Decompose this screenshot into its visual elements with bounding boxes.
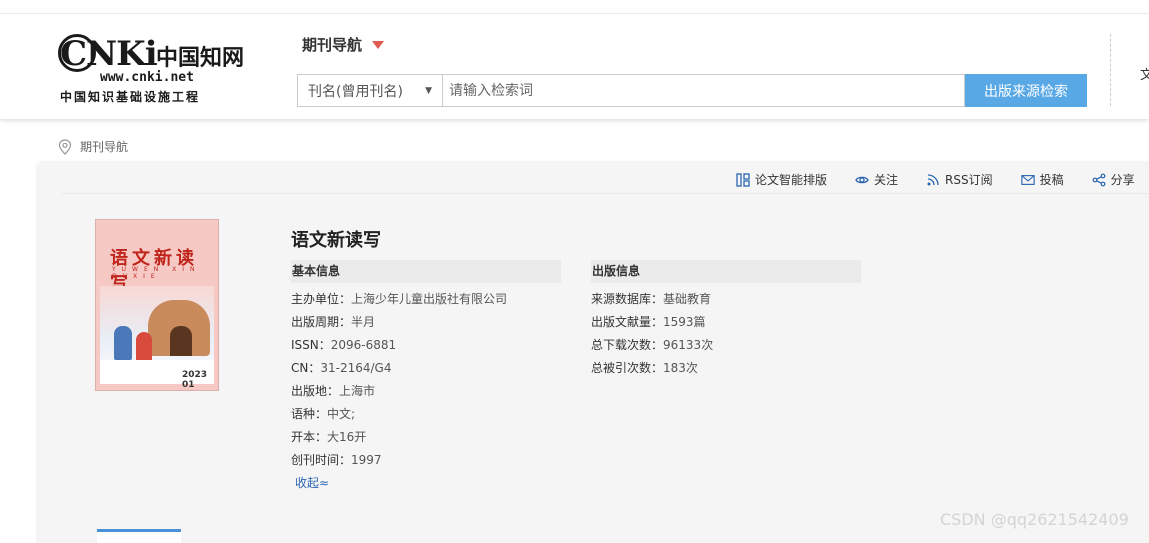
info-value: 大16开 [327, 430, 367, 444]
info-value: 1997 [351, 453, 382, 467]
info-value: 183次 [663, 361, 698, 375]
info-value: 2096-6881 [330, 338, 397, 352]
share-icon [1092, 173, 1106, 186]
info-value: 半月 [351, 315, 376, 329]
info-row: 创刊时间：1997 [291, 449, 507, 472]
info-value: 1593篇 [663, 315, 706, 329]
info-label: 总被引次数： [591, 361, 664, 375]
follow-label: 关注 [874, 173, 899, 187]
info-value: 中文; [327, 407, 356, 421]
info-label: 出版文献量： [591, 315, 664, 329]
info-row: 开本：大16开 [291, 426, 507, 449]
info-row: 出版地：上海市 [291, 380, 507, 403]
info-value: 基础教育 [663, 292, 712, 306]
info-row: 总下载次数：96133次 [591, 334, 713, 357]
search-field-select[interactable]: 刊名(曾用刊名) ▼ [297, 74, 443, 107]
info-label: 语种： [291, 407, 328, 421]
cover-child [114, 326, 132, 360]
info-label: 来源数据库： [591, 292, 664, 306]
rss-button[interactable]: RSS订阅 [926, 171, 993, 188]
header-edge-text[interactable]: 文 [1140, 64, 1149, 83]
info-label: 主办单位： [291, 292, 352, 306]
search-button[interactable]: 出版来源检索 [965, 74, 1087, 107]
share-label: 分享 [1110, 173, 1135, 187]
journal-cover-image[interactable]: 语文新读写 YUWEN XIN DUXIE 2023 01 [95, 219, 219, 391]
info-row: CN：31-2164/G4 [291, 357, 507, 380]
info-row: 总被引次数：183次 [591, 357, 713, 380]
submit-paper-button[interactable]: 投稿 [1020, 171, 1064, 188]
info-value: 上海市 [339, 384, 376, 398]
journal-nav-label: 期刊导航 [302, 36, 363, 54]
watermark: CSDN @qq2621542409 [940, 510, 1129, 529]
info-row: 出版周期：半月 [291, 311, 507, 334]
search-input[interactable] [443, 74, 965, 107]
breadcrumb-item[interactable]: 期刊导航 [80, 138, 128, 155]
logo-brand: CNKi [60, 34, 158, 74]
breadcrumb: 期刊导航 [58, 138, 128, 155]
info-label: 出版地： [291, 384, 340, 398]
follow-button[interactable]: 关注 [855, 171, 898, 188]
info-value: 上海少年儿童出版社有限公司 [351, 292, 508, 306]
info-value: 31-2164/G4 [320, 361, 392, 375]
logo-url: www.cnki.net [100, 70, 194, 85]
rss-icon [927, 173, 939, 185]
share-button[interactable]: 分享 [1092, 171, 1135, 188]
logo-brand-cn: 中国知网 [156, 45, 245, 71]
info-row: 来源数据库：基础教育 [591, 288, 713, 311]
info-row: 主办单位：上海少年儿童出版社有限公司 [291, 288, 507, 311]
info-label: 开本： [291, 430, 328, 444]
layout-icon [736, 172, 750, 187]
publish-info-list: 来源数据库：基础教育 出版文献量：1593篇 总下载次数：96133次 总被引次… [591, 288, 713, 380]
basic-info-heading: 基本信息 [291, 260, 561, 283]
action-toolbar: 论文智能排版 关注 RSS订阅 投稿 分享 [736, 171, 1135, 188]
search-field-value: 刊名(曾用刊名) [308, 83, 403, 100]
basic-info-list: 主办单位：上海少年儿童出版社有限公司 出版周期：半月 ISSN：2096-688… [291, 288, 507, 472]
envelope-icon [1020, 174, 1035, 185]
info-label: 创刊时间： [291, 453, 352, 467]
search-bar: 刊名(曾用刊名) ▼ 出版来源检索 [297, 74, 1087, 107]
top-strip [0, 0, 1149, 14]
cnki-logo[interactable]: CNKi 中国知网 www.cnki.net 中国知识基础设施工程 [58, 34, 245, 104]
location-pin-icon [58, 138, 72, 155]
header-divider [1110, 34, 1111, 106]
info-row: 语种：中文; [291, 403, 507, 426]
collapse-link[interactable]: 收起≈ [295, 474, 329, 491]
eye-icon [855, 176, 869, 183]
journal-panel: 论文智能排版 关注 RSS订阅 投稿 分享 语文新读写 YUWEN XIN DU… [38, 163, 1149, 543]
caret-down-icon: ▼ [425, 85, 432, 96]
triangle-down-icon [372, 40, 385, 49]
info-label: CN： [291, 361, 321, 375]
info-value: 96133次 [663, 338, 714, 352]
journal-nav-dropdown[interactable]: 期刊导航 [302, 34, 385, 55]
smart-sort-label: 论文智能排版 [755, 173, 828, 187]
toolbar-divider [62, 193, 1149, 194]
submit-label: 投稿 [1039, 173, 1064, 187]
info-label: ISSN： [291, 338, 331, 352]
journal-title: 语文新读写 [291, 230, 381, 251]
info-label: 总下载次数： [591, 338, 664, 352]
info-row: ISSN：2096-6881 [291, 334, 507, 357]
publish-info-heading: 出版信息 [591, 260, 861, 283]
active-tab-indicator[interactable] [97, 529, 181, 543]
cover-issue: 2023 01 [182, 370, 208, 390]
info-row: 出版文献量：1593篇 [591, 311, 713, 334]
site-header: CNKi 中国知网 www.cnki.net 中国知识基础设施工程 期刊导航 刊… [0, 14, 1149, 119]
smart-sort-button[interactable]: 论文智能排版 [736, 171, 827, 188]
info-label: 出版周期： [291, 315, 352, 329]
logo-slogan: 中国知识基础设施工程 [60, 90, 201, 104]
cover-door [170, 326, 192, 356]
rss-label: RSS订阅 [945, 173, 993, 187]
cover-child [136, 332, 152, 362]
cover-pinyin: YUWEN XIN DUXIE [112, 266, 201, 280]
